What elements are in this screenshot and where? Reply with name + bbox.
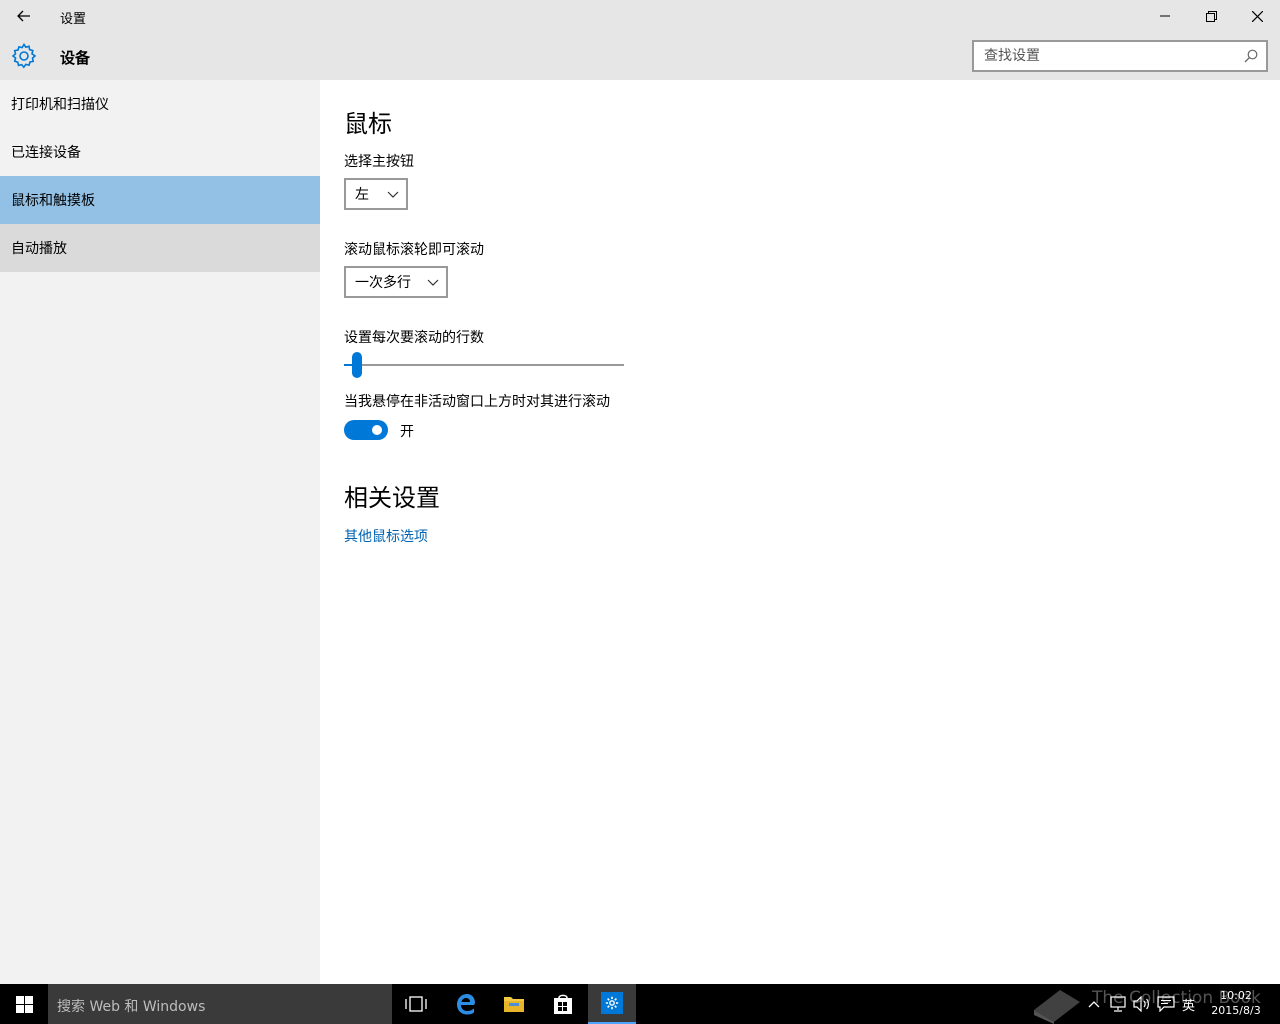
toggle-knob xyxy=(372,425,382,435)
sidebar-item-label: 打印机和扫描仪 xyxy=(11,97,109,113)
primary-button-label: 选择主按钮 xyxy=(344,154,414,170)
slider-track[interactable] xyxy=(344,364,624,366)
minimize-button[interactable] xyxy=(1142,0,1188,32)
action-center-button[interactable] xyxy=(1156,994,1176,1014)
folder-icon xyxy=(504,997,524,1012)
network-button[interactable] xyxy=(1108,994,1128,1014)
sidebar-item-printers[interactable]: 打印机和扫描仪 xyxy=(0,80,320,128)
store-button[interactable] xyxy=(539,984,587,1024)
wheel-scroll-dropdown[interactable]: 一次多行 xyxy=(344,266,448,298)
task-view-button[interactable] xyxy=(392,984,440,1024)
clock-time: 10:02 xyxy=(1220,989,1252,1002)
start-button[interactable] xyxy=(0,984,48,1024)
taskbar-search-box[interactable]: 搜索 Web 和 Windows xyxy=(48,984,392,1024)
sidebar-item-label: 已连接设备 xyxy=(11,145,81,161)
chevron-down-icon xyxy=(387,191,399,198)
edge-button[interactable] xyxy=(442,984,490,1024)
ime-indicator[interactable]: 英 xyxy=(1182,995,1195,1014)
search-box[interactable] xyxy=(972,40,1268,72)
volume-button[interactable] xyxy=(1132,994,1152,1014)
arrow-left-icon xyxy=(17,10,30,22)
sidebar-item-autoplay[interactable]: 自动播放 xyxy=(0,224,320,272)
inactive-scroll-toggle[interactable] xyxy=(344,420,388,440)
other-mouse-options-link[interactable]: 其他鼠标选项 xyxy=(344,526,428,546)
primary-button-dropdown[interactable]: 左 xyxy=(344,178,408,210)
settings-taskbar-button[interactable] xyxy=(588,984,636,1024)
inactive-scroll-label: 当我悬停在非活动窗口上方时对其进行滚动 xyxy=(344,394,610,410)
settings-app-tile xyxy=(601,992,623,1014)
minimize-icon xyxy=(1160,15,1170,17)
chevron-down-icon xyxy=(427,279,439,286)
sidebar-item-label: 鼠标和触摸板 xyxy=(11,193,95,209)
dropdown-value: 一次多行 xyxy=(355,275,411,291)
windows-logo-icon xyxy=(15,995,33,1013)
slider-fill xyxy=(344,364,353,366)
sidebar-item-label: 自动播放 xyxy=(11,241,67,257)
toggle-state-label: 开 xyxy=(400,424,414,440)
book-icon xyxy=(1034,990,1080,1024)
slider-thumb[interactable] xyxy=(352,352,363,378)
file-explorer-button[interactable] xyxy=(490,984,538,1024)
clock-date: 2015/8/3 xyxy=(1211,1004,1261,1017)
related-settings-heading: 相关设置 xyxy=(344,484,440,512)
page-title: 设备 xyxy=(60,49,91,67)
title-bar: 设置 xyxy=(0,0,1280,32)
lines-to-scroll-label: 设置每次要滚动的行数 xyxy=(344,330,484,346)
speaker-icon xyxy=(1133,996,1149,1012)
message-icon xyxy=(1157,996,1175,1012)
store-icon xyxy=(554,994,572,1014)
task-view-icon xyxy=(405,996,427,1012)
search-icon[interactable] xyxy=(1244,49,1258,63)
search-input[interactable] xyxy=(974,42,1234,70)
wheel-scroll-label: 滚动鼠标滚轮即可滚动 xyxy=(344,242,484,258)
gear-icon xyxy=(605,996,619,1010)
restore-button[interactable] xyxy=(1188,0,1234,32)
gear-icon xyxy=(11,43,37,69)
settings-header: 设备 xyxy=(0,32,1280,80)
show-hidden-icons-button[interactable] xyxy=(1086,994,1102,1014)
sidebar-item-mouse-touchpad[interactable]: 鼠标和触摸板 xyxy=(0,176,320,224)
taskbar-search-text: 搜索 Web 和 Windows xyxy=(57,999,206,1015)
clock[interactable]: 10:02 2015/8/3 xyxy=(1206,988,1266,1018)
back-button[interactable] xyxy=(8,4,40,28)
sidebar-item-connected-devices[interactable]: 已连接设备 xyxy=(0,128,320,176)
restore-icon xyxy=(1205,10,1217,22)
section-heading: 鼠标 xyxy=(344,110,392,138)
dropdown-value: 左 xyxy=(355,187,369,203)
network-icon xyxy=(1110,996,1126,1012)
window-title: 设置 xyxy=(60,12,87,27)
taskbar: 搜索 Web 和 Windows The Collection Book 英 1… xyxy=(0,984,1280,1024)
main-content: 鼠标 选择主按钮 左 滚动鼠标滚轮即可滚动 一次多行 设置每次要滚动的行数 当我… xyxy=(320,80,1280,984)
edge-icon xyxy=(457,994,475,1015)
sidebar: 打印机和扫描仪 已连接设备 鼠标和触摸板 自动播放 xyxy=(0,80,320,984)
close-icon xyxy=(1251,10,1263,22)
close-button[interactable] xyxy=(1234,0,1280,32)
chevron-up-icon xyxy=(1088,1001,1100,1008)
